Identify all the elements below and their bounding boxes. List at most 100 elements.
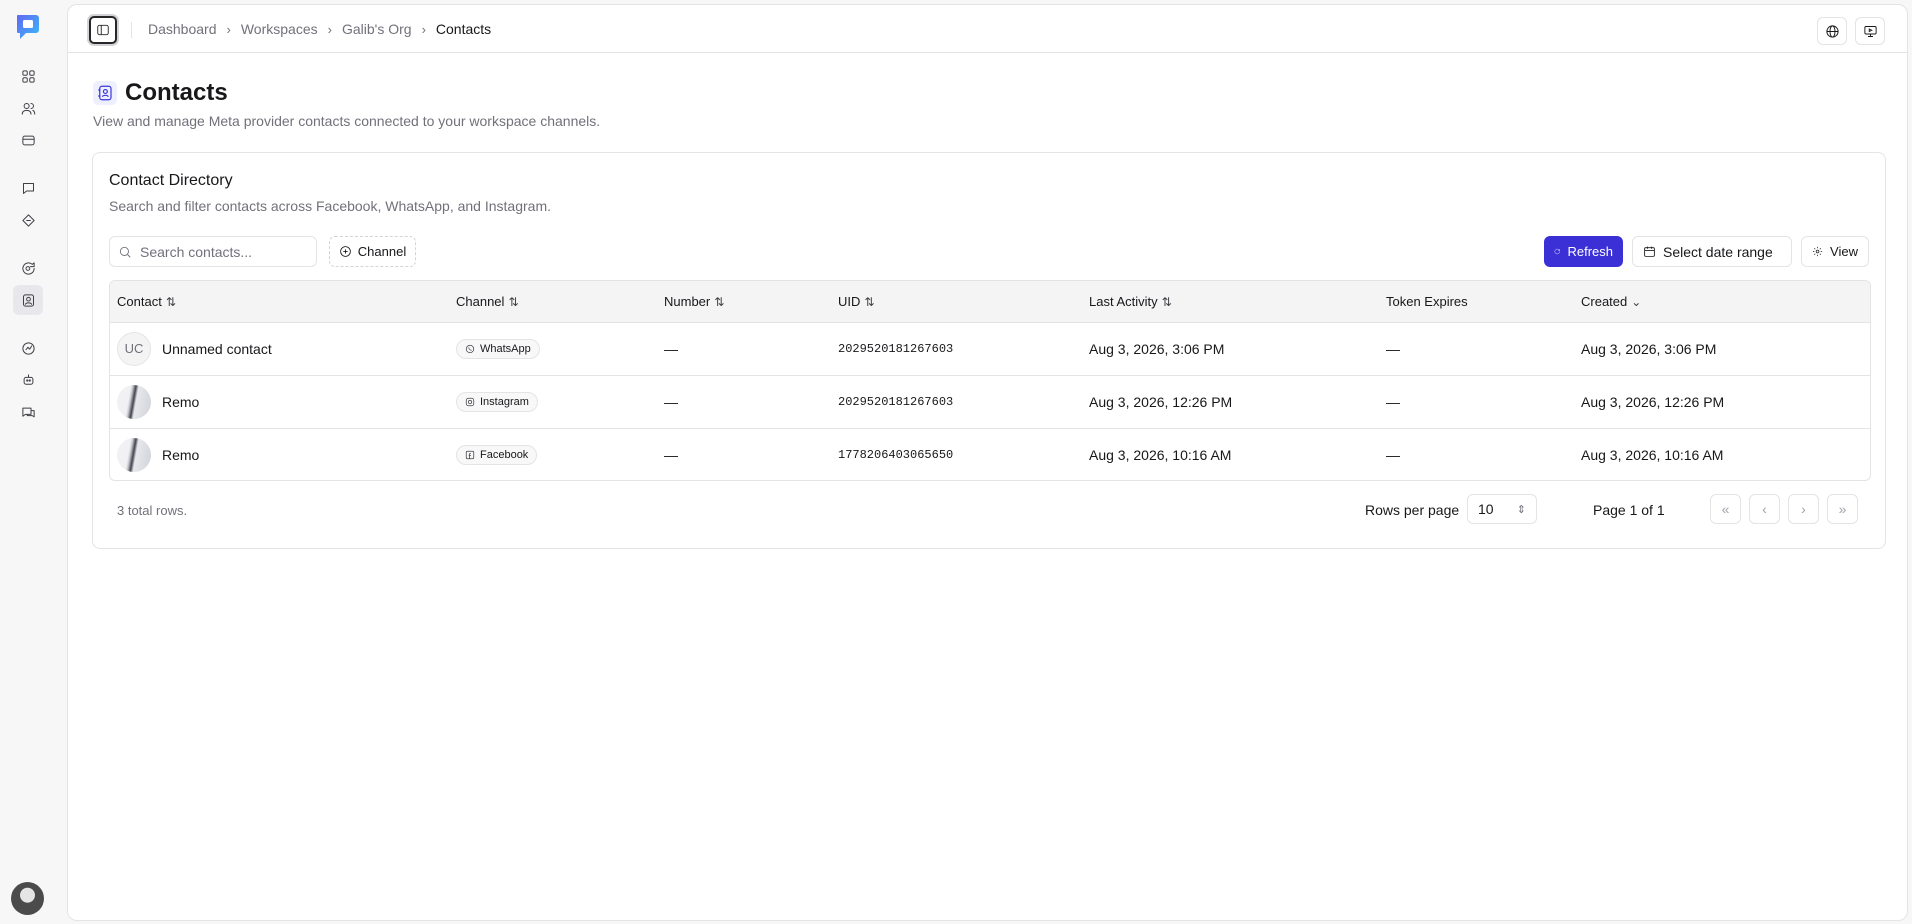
analytics-icon[interactable]	[17, 337, 39, 359]
panel-left-icon	[97, 24, 109, 36]
last-activity-cell: Aug 3, 2026, 12:26 PM	[1089, 393, 1233, 410]
facebook-icon	[465, 450, 475, 459]
user-avatar[interactable]	[11, 882, 44, 915]
column-header-token-expires: Token Expires	[1386, 293, 1468, 309]
uid-cell: 1778206403065650	[838, 447, 954, 462]
topbar: Dashboard › Workspaces › Galib's Org › C…	[68, 5, 1907, 53]
search-input[interactable]	[140, 243, 310, 260]
page-header: Contacts View and manage Meta provider c…	[93, 79, 600, 129]
messages-icon[interactable]	[17, 401, 39, 423]
token-expires-cell: —	[1386, 446, 1400, 463]
channel-badge: Instagram	[456, 391, 538, 412]
instagram-icon	[465, 397, 475, 406]
table-header-row: Contact ⇅ Channel ⇅ Number ⇅ UID ⇅ Last Acti…	[110, 281, 1870, 322]
total-rows-text: 3 total rows.	[117, 503, 188, 518]
avatar	[117, 384, 151, 419]
dashboard-grid-icon[interactable]	[17, 65, 39, 87]
rows-per-page-label: Rows per page	[1365, 502, 1460, 518]
column-header-uid[interactable]: UID ⇅	[831, 281, 1082, 322]
number-cell: —	[664, 446, 678, 463]
contacts-table: Contact ⇅ Channel ⇅ Number ⇅ UID ⇅ Last Acti…	[109, 280, 1871, 481]
created-cell: Aug 3, 2026, 10:16 AM	[1581, 446, 1724, 463]
first-page-button[interactable]: «	[1710, 494, 1741, 524]
last-activity-cell: Aug 3, 2026, 3:06 PM	[1089, 340, 1225, 357]
monitor-icon	[1863, 25, 1877, 37]
avatar: UC	[117, 331, 151, 366]
breadcrumb-dashboard[interactable]: Dashboard	[148, 21, 217, 37]
calendar-icon	[1644, 246, 1655, 257]
plus-circle-icon	[339, 246, 351, 257]
page-title-row: Contacts	[93, 79, 600, 107]
column-header-last-activity[interactable]: Last Activity ⇅	[1082, 281, 1379, 322]
chevron-right-icon: ›	[1801, 501, 1806, 517]
token-expires-cell: —	[1386, 340, 1400, 357]
view-options-button[interactable]: View	[1801, 236, 1869, 267]
breadcrumb-current: Contacts	[435, 21, 492, 37]
card-subtitle: Search and filter contacts across Facebo…	[109, 198, 551, 214]
page-info: Page 1 of 1	[1593, 502, 1665, 518]
created-cell: Aug 3, 2026, 12:26 PM	[1581, 393, 1725, 410]
sort-icon: ⇅	[1161, 294, 1172, 309]
sort-icon: ⇅	[165, 294, 176, 309]
topbar-actions	[1817, 17, 1885, 45]
uid-cell: 2029520181267603	[838, 394, 954, 409]
table-row[interactable]: Remo Facebook — 1778206403065650 Aug 3, …	[110, 428, 1870, 480]
table-row[interactable]: Remo Instagram — 2029520181267603 Aug 3,…	[110, 375, 1870, 428]
chat-icon[interactable]	[17, 177, 39, 199]
search-icon	[119, 246, 131, 258]
toolbar-actions: Refresh Select date range View	[1544, 236, 1869, 267]
divider	[131, 22, 132, 38]
sidebar	[0, 0, 67, 924]
breadcrumb-workspaces[interactable]: Workspaces	[241, 21, 318, 37]
date-range-button[interactable]: Select date range	[1632, 236, 1792, 267]
column-header-contact[interactable]: Contact ⇅	[110, 281, 449, 322]
card-title: Contact Directory	[109, 172, 233, 189]
number-cell: —	[664, 393, 678, 410]
display-button[interactable]	[1855, 17, 1885, 45]
previous-page-button[interactable]: ‹	[1749, 494, 1780, 524]
channel-filter-button[interactable]: Channel	[329, 236, 416, 267]
refresh-button[interactable]: Refresh	[1544, 236, 1623, 267]
message-search-icon[interactable]	[17, 257, 39, 279]
table-row[interactable]: UC Unnamed contact WhatsApp — 20295201812…	[110, 322, 1870, 375]
users-icon[interactable]	[17, 97, 39, 119]
globe-icon	[1825, 24, 1839, 38]
bot-icon[interactable]	[17, 369, 39, 391]
avatar	[117, 437, 151, 472]
whatsapp-icon	[465, 344, 475, 353]
channel-badge: Facebook	[456, 444, 538, 465]
sort-icon: ⇅	[714, 294, 725, 309]
last-activity-cell: Aug 3, 2026, 10:16 AM	[1089, 446, 1232, 463]
contact-name: Remo	[162, 393, 200, 410]
ticket-icon[interactable]	[17, 209, 39, 231]
search-box	[109, 236, 317, 267]
settings-icon	[1812, 246, 1823, 257]
last-page-button[interactable]: »	[1827, 494, 1858, 524]
chevrons-left-icon: «	[1721, 501, 1730, 517]
page-subtitle: View and manage Meta provider contacts c…	[93, 113, 601, 129]
sidebar-toggle-button[interactable]	[89, 16, 117, 44]
refresh-icon	[1554, 248, 1560, 255]
channel-filter-label: Channel	[357, 244, 407, 259]
next-page-button[interactable]: ›	[1788, 494, 1819, 524]
main-panel: Dashboard › Workspaces › Galib's Org › C…	[67, 4, 1908, 921]
column-header-channel[interactable]: Channel ⇅	[449, 281, 657, 322]
chevron-right-icon: ›	[421, 21, 426, 37]
contact-name: Unnamed contact	[162, 340, 272, 357]
channel-badge: WhatsApp	[456, 338, 540, 359]
date-range-label: Select date range	[1663, 243, 1773, 260]
app-logo-icon[interactable]	[14, 12, 42, 42]
view-label: View	[1830, 244, 1858, 259]
breadcrumb-org[interactable]: Galib's Org	[342, 21, 412, 37]
chevron-down-icon: ⌄	[1631, 294, 1642, 309]
chevrons-up-down-icon: ⇕	[1516, 503, 1526, 516]
chevrons-right-icon: »	[1838, 501, 1847, 517]
chevron-right-icon: ›	[226, 21, 231, 37]
rows-per-page-select[interactable]: 10 ⇕	[1467, 494, 1537, 524]
card-icon[interactable]	[17, 129, 39, 151]
column-header-number[interactable]: Number ⇅	[657, 281, 831, 322]
column-header-created[interactable]: Created ⌄	[1574, 281, 1870, 322]
language-button[interactable]	[1817, 17, 1847, 45]
page-title: Contacts	[125, 79, 228, 106]
contacts-icon[interactable]	[13, 285, 43, 315]
